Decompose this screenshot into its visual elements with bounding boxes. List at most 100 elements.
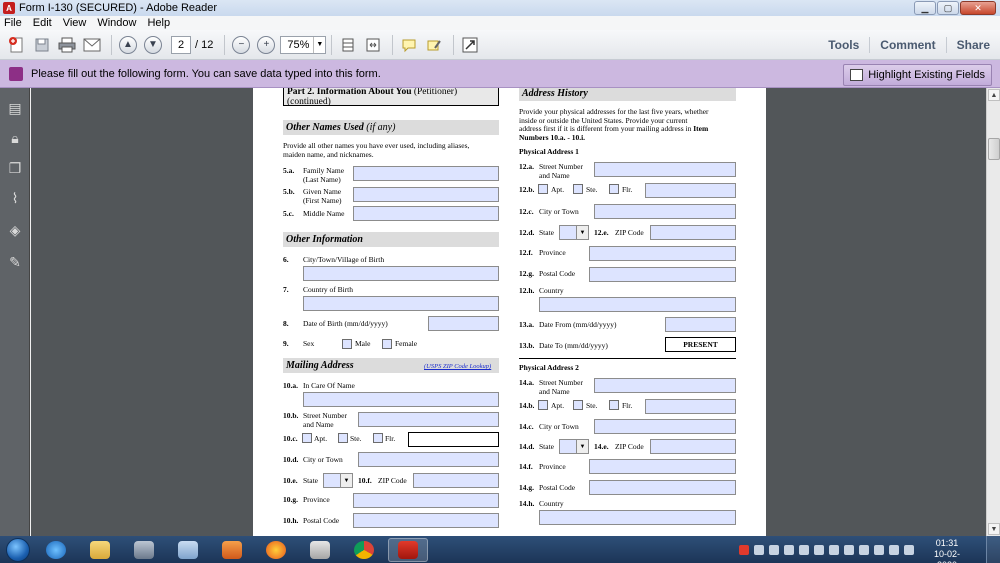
phys2-apt-checkbox[interactable] xyxy=(538,400,548,410)
phys1-apt-checkbox[interactable] xyxy=(538,184,548,194)
taskbar-app[interactable] xyxy=(300,538,340,562)
scroll-down-icon[interactable]: ▼ xyxy=(988,523,1000,535)
page-number-input[interactable]: 2 xyxy=(171,35,191,54)
phys2-province-field[interactable] xyxy=(589,459,736,474)
phys1-flr-checkbox[interactable] xyxy=(609,184,619,194)
phys1-city-field[interactable] xyxy=(594,204,736,219)
maximize-button[interactable]: ▢ xyxy=(937,1,959,15)
taskbar-internet-explorer[interactable] xyxy=(36,538,76,562)
layers-icon[interactable]: ◈ xyxy=(7,222,23,238)
taskbar-file-explorer[interactable] xyxy=(80,538,120,562)
power-icon[interactable] xyxy=(889,544,899,555)
phys2-unit-number-field[interactable] xyxy=(645,399,736,414)
phys1-street-field[interactable] xyxy=(594,162,736,177)
phys2-city-field[interactable] xyxy=(594,419,736,434)
taskbar-network[interactable] xyxy=(124,538,164,562)
scroll-up-icon[interactable]: ▲ xyxy=(988,89,1000,101)
date-of-birth-field[interactable] xyxy=(428,316,499,331)
tab-tools[interactable]: Tools xyxy=(818,37,869,53)
taskbar-adobe-reader[interactable] xyxy=(388,537,428,562)
save-button[interactable] xyxy=(31,34,53,56)
phys1-state-select[interactable]: ▼ xyxy=(559,225,589,240)
mailing-zip-field[interactable] xyxy=(413,473,499,488)
volume-icon[interactable] xyxy=(874,544,884,555)
flag-icon[interactable] xyxy=(844,544,854,555)
sex-female-checkbox[interactable] xyxy=(382,339,392,349)
mailing-postal-code-field[interactable] xyxy=(353,513,499,528)
audio-icon[interactable] xyxy=(784,544,794,555)
show-desktop-button[interactable] xyxy=(986,536,1000,563)
lock-icon[interactable]: 🔒︎ xyxy=(7,130,23,146)
phys1-ste-checkbox[interactable] xyxy=(573,184,583,194)
sex-male-checkbox[interactable] xyxy=(342,339,352,349)
menu-view[interactable]: View xyxy=(63,17,87,29)
update-icon[interactable] xyxy=(904,544,914,555)
mailing-flr-checkbox[interactable] xyxy=(373,433,383,443)
previous-page-button[interactable]: ▲ xyxy=(117,34,139,56)
phys2-country-field[interactable] xyxy=(539,510,736,525)
mailing-city-field[interactable] xyxy=(358,452,499,467)
print-button[interactable] xyxy=(56,34,78,56)
close-button[interactable]: ✕ xyxy=(960,1,996,15)
phys1-postal-code-field[interactable] xyxy=(589,267,736,282)
expand-button[interactable] xyxy=(459,34,481,56)
fit-page-button[interactable] xyxy=(337,34,359,56)
menu-edit[interactable]: Edit xyxy=(33,17,52,29)
bluetooth-icon[interactable] xyxy=(814,544,824,555)
attachment-icon[interactable]: ⌇ xyxy=(7,190,23,206)
phys2-zip-field[interactable] xyxy=(650,439,736,454)
system-clock[interactable]: 01:31 10-02-2020 xyxy=(926,538,968,563)
next-page-button[interactable]: ▼ xyxy=(142,34,164,56)
phys2-street-field[interactable] xyxy=(594,378,736,393)
usps-zip-lookup-link[interactable]: (USPS ZIP Code Lookup) xyxy=(424,363,491,372)
phys2-flr-checkbox[interactable] xyxy=(609,400,619,410)
menu-window[interactable]: Window xyxy=(97,17,136,29)
email-button[interactable] xyxy=(81,34,103,56)
middle-name-field[interactable] xyxy=(353,206,499,221)
scrollbar-thumb[interactable] xyxy=(988,138,1000,160)
phys1-province-field[interactable] xyxy=(589,246,736,261)
start-button[interactable] xyxy=(6,537,30,562)
taskbar-media-player[interactable] xyxy=(212,538,252,562)
country-of-birth-field[interactable] xyxy=(303,296,499,311)
sticky-note-button[interactable] xyxy=(398,34,420,56)
fit-width-button[interactable] xyxy=(362,34,384,56)
vertical-scrollbar[interactable]: ▲ ▼ xyxy=(986,88,1000,536)
minimize-button[interactable]: ▁ xyxy=(914,1,936,15)
taskbar-chrome[interactable] xyxy=(344,538,384,562)
phys2-ste-checkbox[interactable] xyxy=(573,400,583,410)
mailing-state-select[interactable]: ▼ xyxy=(323,473,353,488)
phys2-postal-code-field[interactable] xyxy=(589,480,736,495)
city-of-birth-field[interactable] xyxy=(303,266,499,281)
highlight-text-button[interactable] xyxy=(423,34,445,56)
page-thumbnails-icon[interactable]: ▤ xyxy=(7,100,23,116)
mailing-ste-checkbox[interactable] xyxy=(338,433,348,443)
mailing-street-field[interactable] xyxy=(358,412,499,427)
create-pdf-button[interactable] xyxy=(6,34,28,56)
zoom-out-button[interactable]: − xyxy=(230,34,252,56)
family-name-field[interactable] xyxy=(353,166,499,181)
phys1-country-field[interactable] xyxy=(539,297,736,312)
menu-help[interactable]: Help xyxy=(147,17,170,29)
signal-icon[interactable] xyxy=(799,544,809,555)
phys1-zip-field[interactable] xyxy=(650,225,736,240)
mailing-apt-checkbox[interactable] xyxy=(302,433,312,443)
menu-file[interactable]: File xyxy=(4,17,22,29)
taskbar-folder[interactable] xyxy=(168,538,208,562)
acrobat-tray-icon[interactable] xyxy=(739,544,749,555)
mailing-unit-number-field[interactable] xyxy=(408,432,499,447)
phys2-state-select[interactable]: ▼ xyxy=(559,439,589,454)
monitor-icon[interactable] xyxy=(769,544,779,555)
phys1-unit-number-field[interactable] xyxy=(645,183,736,198)
signature-icon[interactable]: ✎ xyxy=(7,254,23,270)
mailing-province-field[interactable] xyxy=(353,493,499,508)
pages-icon[interactable]: ❐ xyxy=(7,160,23,176)
given-name-field[interactable] xyxy=(353,187,499,202)
highlight-existing-fields-button[interactable]: Highlight Existing Fields xyxy=(843,64,992,86)
phys1-date-from-field[interactable] xyxy=(665,317,736,332)
antivirus-icon[interactable] xyxy=(829,544,839,555)
taskbar-firefox[interactable] xyxy=(256,538,296,562)
tab-share[interactable]: Share xyxy=(945,37,1000,53)
keyboard-icon[interactable] xyxy=(754,544,764,555)
in-care-of-name-field[interactable] xyxy=(303,392,499,407)
